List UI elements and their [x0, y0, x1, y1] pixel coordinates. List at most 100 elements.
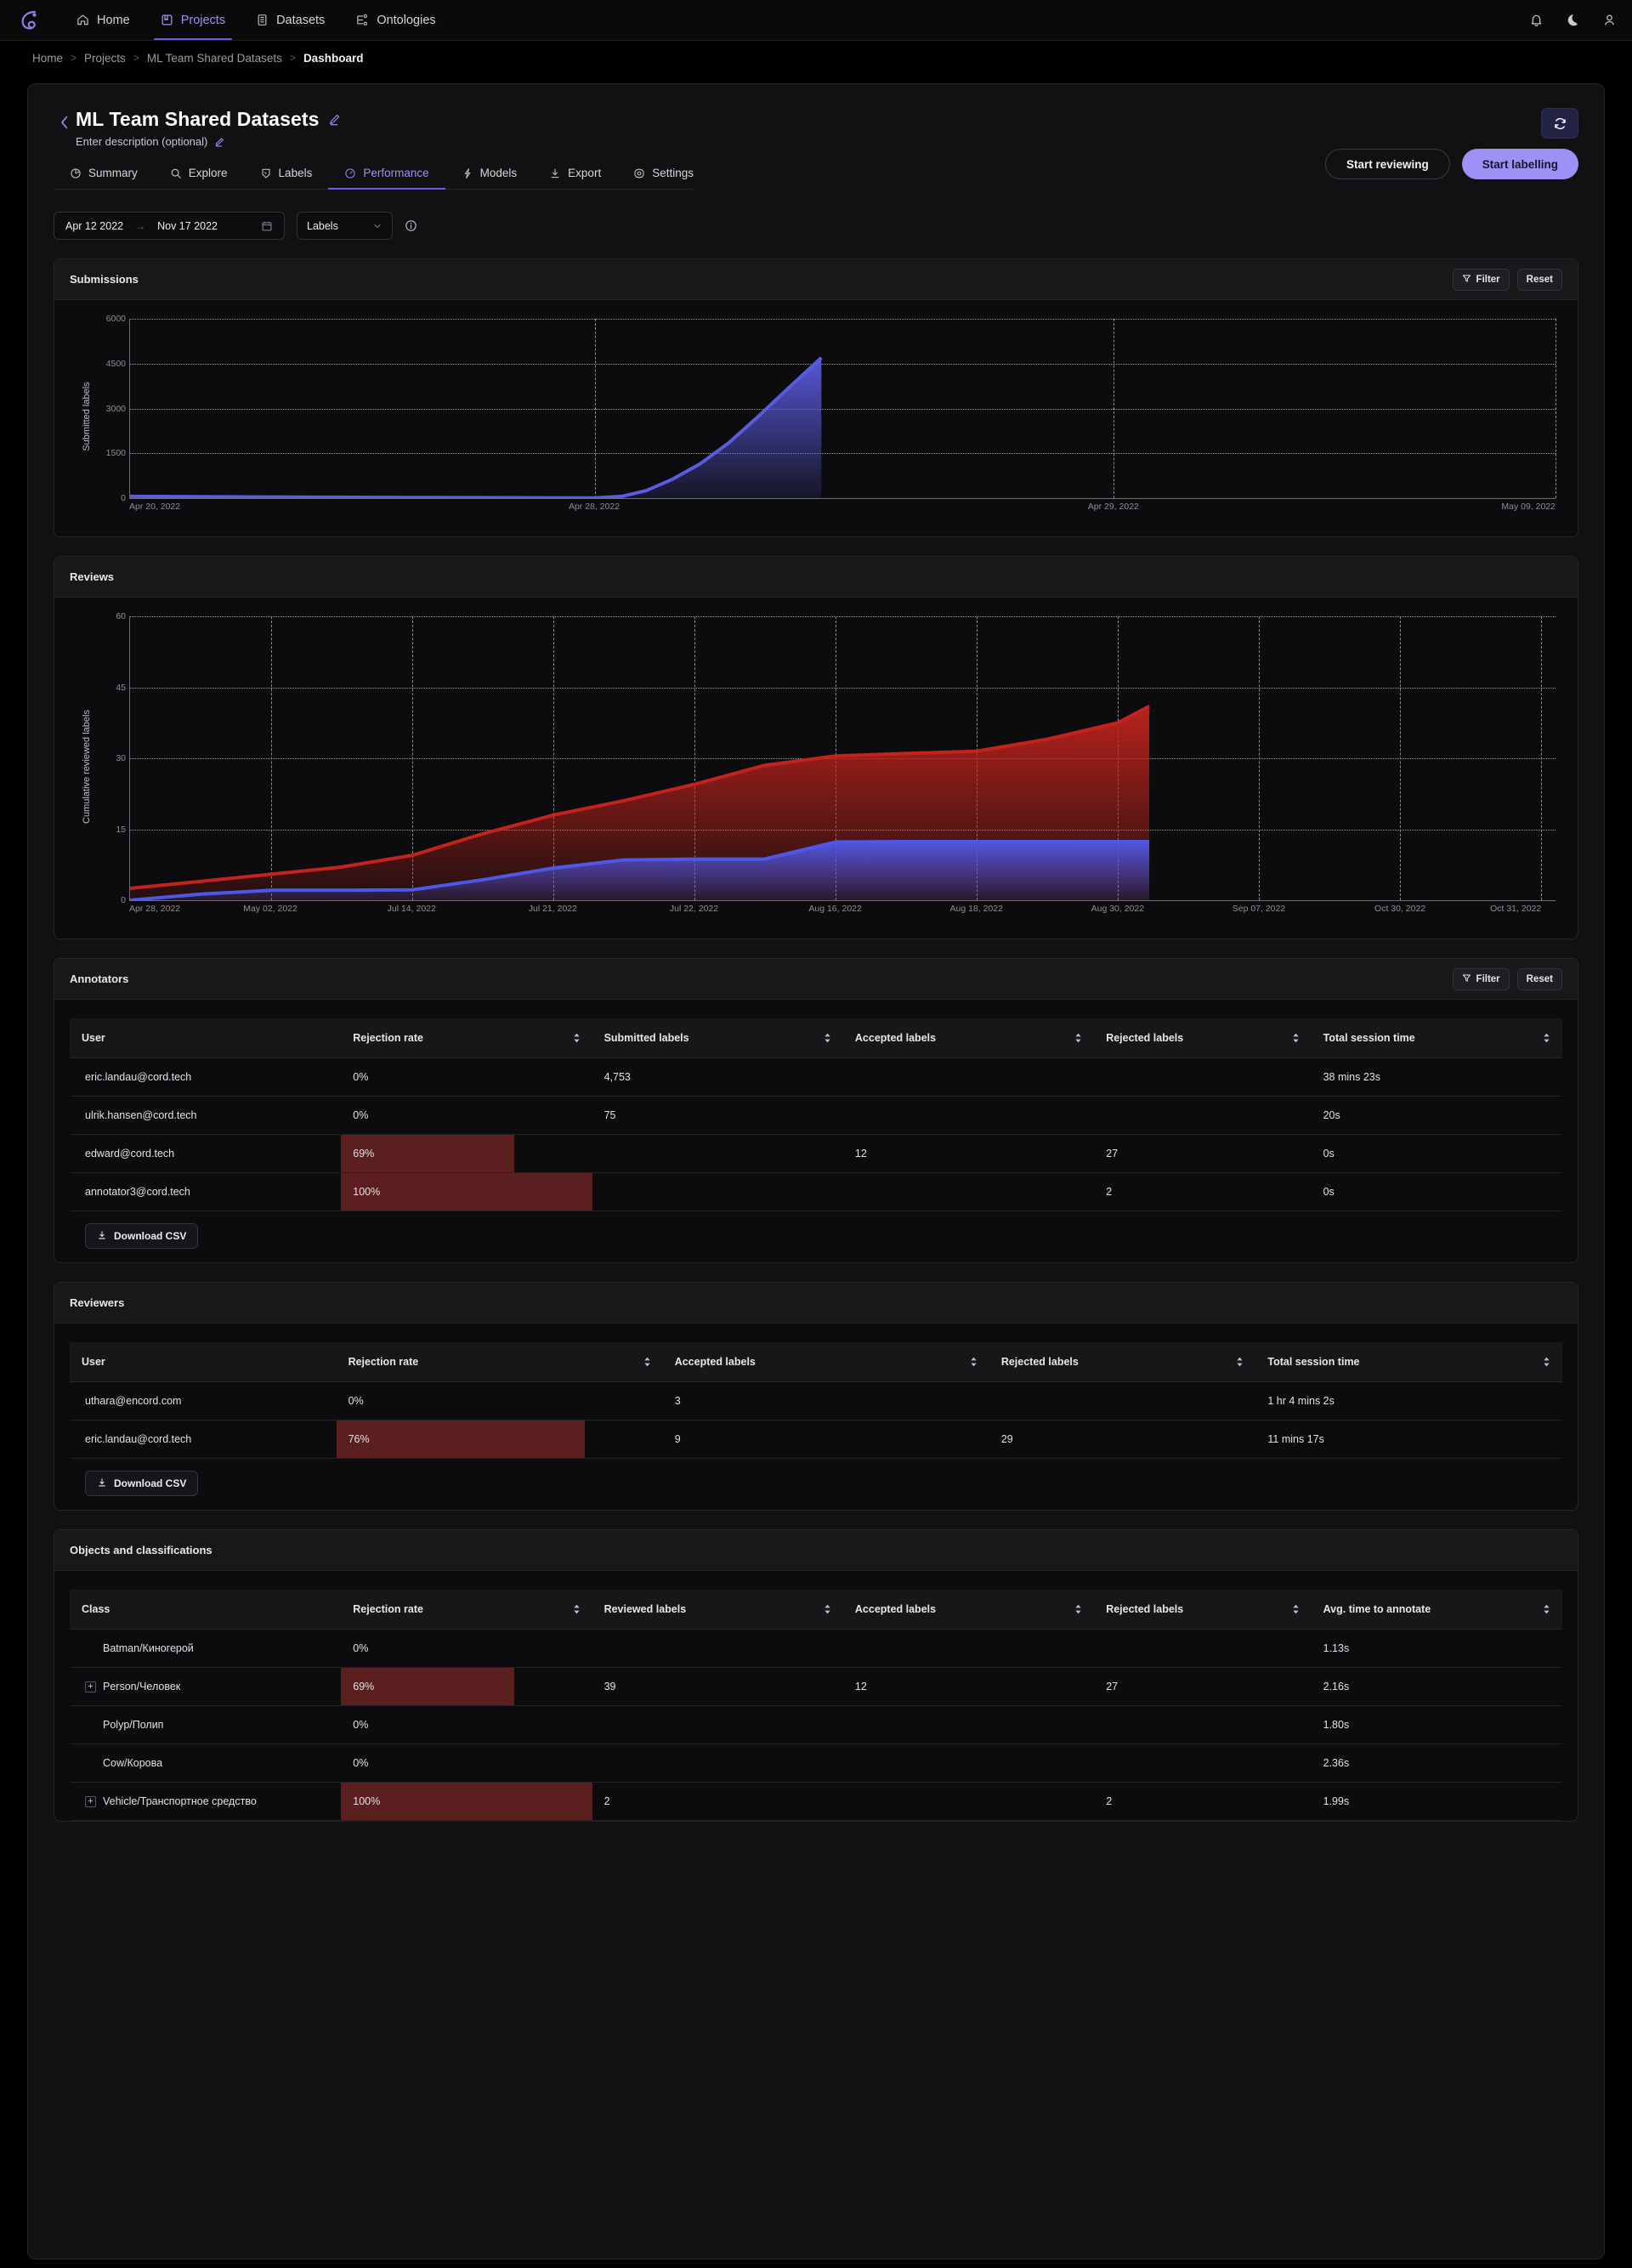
pencil-icon[interactable] — [214, 137, 224, 147]
y-tick-label: 45 — [116, 682, 126, 693]
reviewers-download-csv-button[interactable]: Download CSV — [85, 1471, 199, 1496]
annotators-reset-button[interactable]: Reset — [1516, 967, 1562, 990]
table-row[interactable]: uthara@encord.com 0% 3 1 hr 4 mins 2s — [70, 1381, 1562, 1420]
sort-arrows-icon[interactable] — [824, 1604, 831, 1614]
y-tick-label: 15 — [116, 824, 126, 835]
submitted-labels-cell: 4,753 — [592, 1057, 843, 1097]
table-row[interactable]: Batman/Киногерой 0% 1.13s — [70, 1629, 1562, 1668]
metric-select-value: Labels — [307, 219, 338, 232]
accepted-labels-cell — [842, 1057, 1095, 1097]
sort-arrows-icon[interactable] — [643, 1357, 651, 1367]
breadcrumb-item-project[interactable]: ML Team Shared Datasets — [147, 52, 282, 65]
table-row[interactable]: + Person/Человек 69% 39 12 27 2.16s — [70, 1667, 1562, 1706]
column-header[interactable]: Total session time — [1311, 1018, 1562, 1058]
filter-label: Filter — [1476, 274, 1500, 285]
sort-arrows-icon[interactable] — [1074, 1604, 1082, 1614]
expand-row-icon[interactable]: + — [85, 1795, 96, 1807]
avg-time-to-annotate-cell: 2.36s — [1311, 1744, 1562, 1783]
submissions-reset-button[interactable]: Reset — [1516, 268, 1562, 291]
class-name-cell: Polyp/Полип — [70, 1705, 342, 1744]
submissions-filter-button[interactable]: Filter — [1452, 268, 1510, 291]
column-header[interactable]: Rejection rate — [341, 1590, 592, 1630]
column-header[interactable]: Rejected labels — [989, 1342, 1256, 1382]
column-header[interactable]: Submitted labels — [592, 1018, 843, 1058]
annotators-download-csv-button[interactable]: Download CSV — [85, 1223, 199, 1249]
rejected-labels-cell: 2 — [1094, 1782, 1312, 1821]
metric-select[interactable]: Labels — [297, 212, 393, 240]
tab-models[interactable]: Models — [445, 167, 534, 189]
tab-summary[interactable]: Summary — [54, 167, 154, 189]
submitted-labels-cell: 75 — [592, 1096, 843, 1135]
sort-arrows-icon[interactable] — [1543, 1033, 1550, 1043]
annotators-filter-button[interactable]: Filter — [1452, 967, 1510, 990]
rejection-rate-cell: 0% — [341, 1096, 592, 1135]
date-range-picker[interactable]: Apr 12 2022 → Nov 17 2022 — [54, 212, 285, 240]
sort-arrows-icon[interactable] — [1543, 1357, 1550, 1367]
tab-export[interactable]: Export — [533, 167, 617, 189]
column-header[interactable]: Reviewed labels — [592, 1590, 843, 1630]
y-tick-label: 30 — [116, 753, 126, 763]
nav-item-home[interactable]: Home — [61, 0, 145, 40]
class-name-cell: + Vehicle/Транспортное средство — [70, 1782, 342, 1821]
tab-labels[interactable]: Labels — [244, 167, 329, 189]
table-row[interactable]: Polyp/Полип 0% 1.80s — [70, 1705, 1562, 1744]
sort-arrows-icon[interactable] — [1543, 1604, 1550, 1614]
table-row[interactable]: Cow/Корова 0% 2.36s — [70, 1744, 1562, 1783]
sort-arrows-icon[interactable] — [1292, 1033, 1300, 1043]
refresh-icon[interactable] — [1541, 108, 1578, 139]
table-row[interactable]: ulrik.hansen@cord.tech 0% 75 20s — [70, 1096, 1562, 1135]
tab-performance[interactable]: Performance — [328, 167, 445, 190]
rejection-rate-cell: 0% — [336, 1381, 663, 1420]
user-avatar-icon[interactable] — [1602, 13, 1617, 27]
start-labelling-button[interactable]: Start labelling — [1461, 149, 1578, 179]
sort-arrows-icon[interactable] — [1074, 1033, 1082, 1043]
column-header[interactable]: Rejected labels — [1094, 1590, 1312, 1630]
table-row[interactable]: eric.landau@cord.tech 76% 9 29 11 mins 17s — [70, 1420, 1562, 1459]
column-header[interactable]: Accepted labels — [662, 1342, 989, 1382]
chevron-left-icon[interactable] — [54, 108, 76, 130]
download-csv-label: Download CSV — [114, 1230, 187, 1242]
calendar-icon[interactable] — [261, 220, 273, 232]
expand-row-icon[interactable]: + — [85, 1681, 96, 1692]
column-header: User — [70, 1342, 337, 1382]
project-description[interactable]: Enter description (optional) — [76, 135, 207, 148]
column-header[interactable]: Rejection rate — [341, 1018, 592, 1058]
column-header[interactable]: Total session time — [1255, 1342, 1562, 1382]
sort-arrows-icon[interactable] — [573, 1604, 581, 1614]
encord-logo-icon[interactable] — [0, 0, 61, 40]
moon-icon[interactable] — [1566, 13, 1580, 27]
sort-arrows-icon[interactable] — [1236, 1357, 1244, 1367]
tab-explore[interactable]: Explore — [154, 167, 244, 189]
reviews-panel-body: Cumulative reviewed labels 0 15 30 45 60 Apr… — [54, 598, 1578, 938]
sort-arrows-icon[interactable] — [1292, 1604, 1300, 1614]
start-reviewing-button[interactable]: Start reviewing — [1324, 149, 1450, 179]
sort-arrows-icon[interactable] — [970, 1357, 978, 1367]
nav-item-ontologies[interactable]: Ontologies — [340, 0, 450, 40]
pencil-icon[interactable] — [328, 113, 341, 126]
nav-item-projects[interactable]: Projects — [145, 0, 241, 40]
column-header[interactable]: Rejection rate — [336, 1342, 663, 1382]
column-header[interactable]: Avg. time to annotate — [1311, 1590, 1562, 1630]
info-circle-icon[interactable] — [405, 219, 417, 232]
column-header[interactable]: Accepted labels — [842, 1590, 1095, 1630]
breadcrumb-item-projects[interactable]: Projects — [84, 52, 126, 65]
submissions-plot-area — [129, 319, 1556, 499]
reviewed-labels-cell — [592, 1629, 843, 1668]
sort-arrows-icon[interactable] — [573, 1033, 581, 1043]
breadcrumb-separator: > — [133, 52, 139, 64]
tab-settings[interactable]: Settings — [617, 167, 710, 189]
sort-arrows-icon[interactable] — [824, 1033, 831, 1043]
date-from-value[interactable]: Apr 12 2022 — [65, 220, 123, 232]
date-to-value[interactable]: Nov 17 2022 — [157, 220, 218, 232]
bell-icon[interactable] — [1529, 13, 1544, 27]
table-row[interactable]: annotator3@cord.tech 100% 2 0s — [70, 1172, 1562, 1211]
breadcrumb-item-home[interactable]: Home — [32, 52, 63, 65]
column-header[interactable]: Rejected labels — [1094, 1018, 1312, 1058]
rejection-rate-bar: 0% — [337, 1382, 663, 1420]
table-row[interactable]: eric.landau@cord.tech 0% 4,753 38 mins 23s — [70, 1057, 1562, 1097]
table-row[interactable]: + Vehicle/Транспортное средство 100% 2 2 1.99… — [70, 1782, 1562, 1821]
table-row[interactable]: edward@cord.tech 69% 12 27 0s — [70, 1134, 1562, 1173]
nav-item-datasets[interactable]: Datasets — [241, 0, 340, 40]
tag-icon — [260, 167, 272, 179]
column-header[interactable]: Accepted labels — [842, 1018, 1095, 1058]
